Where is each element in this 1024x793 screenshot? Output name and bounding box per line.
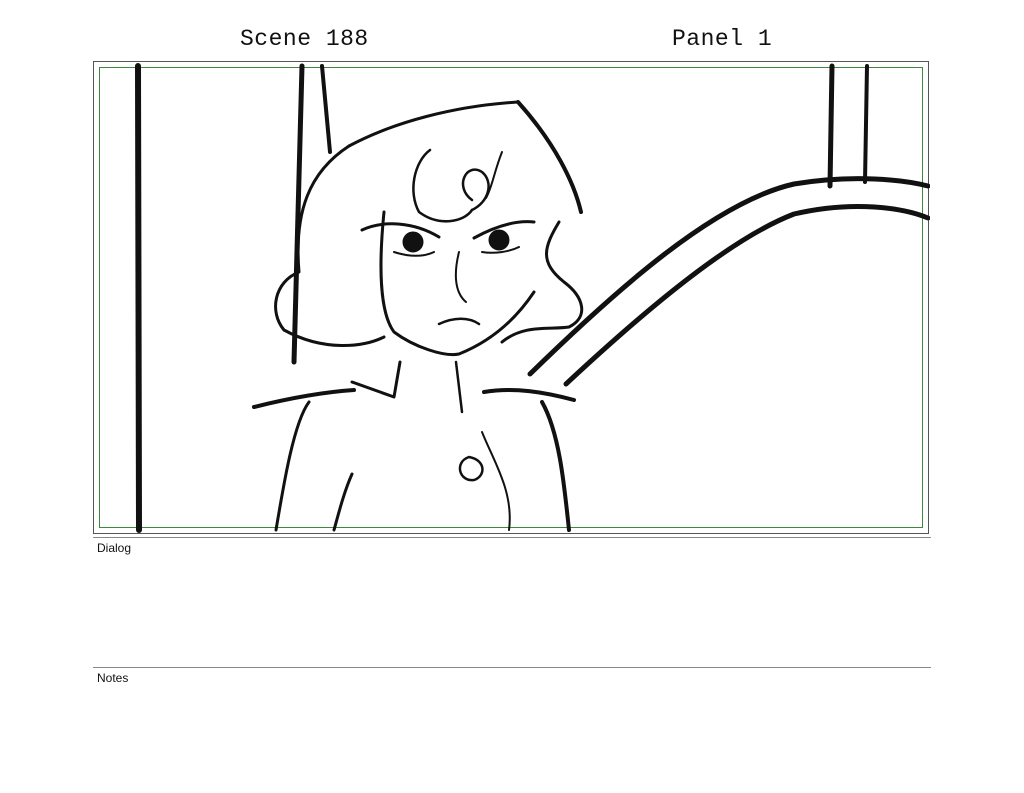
panel-frame [93,61,930,534]
notes-label: Notes [97,671,129,685]
storyboard-sketch [135,63,930,533]
dialog-divider [93,537,931,538]
scene-title: Scene 188 [240,26,369,52]
notes-text-area[interactable] [93,688,931,788]
notes-divider [93,667,931,668]
dialog-label: Dialog [97,541,132,555]
panel-title: Panel 1 [672,26,773,52]
dialog-text-area[interactable] [93,558,931,658]
